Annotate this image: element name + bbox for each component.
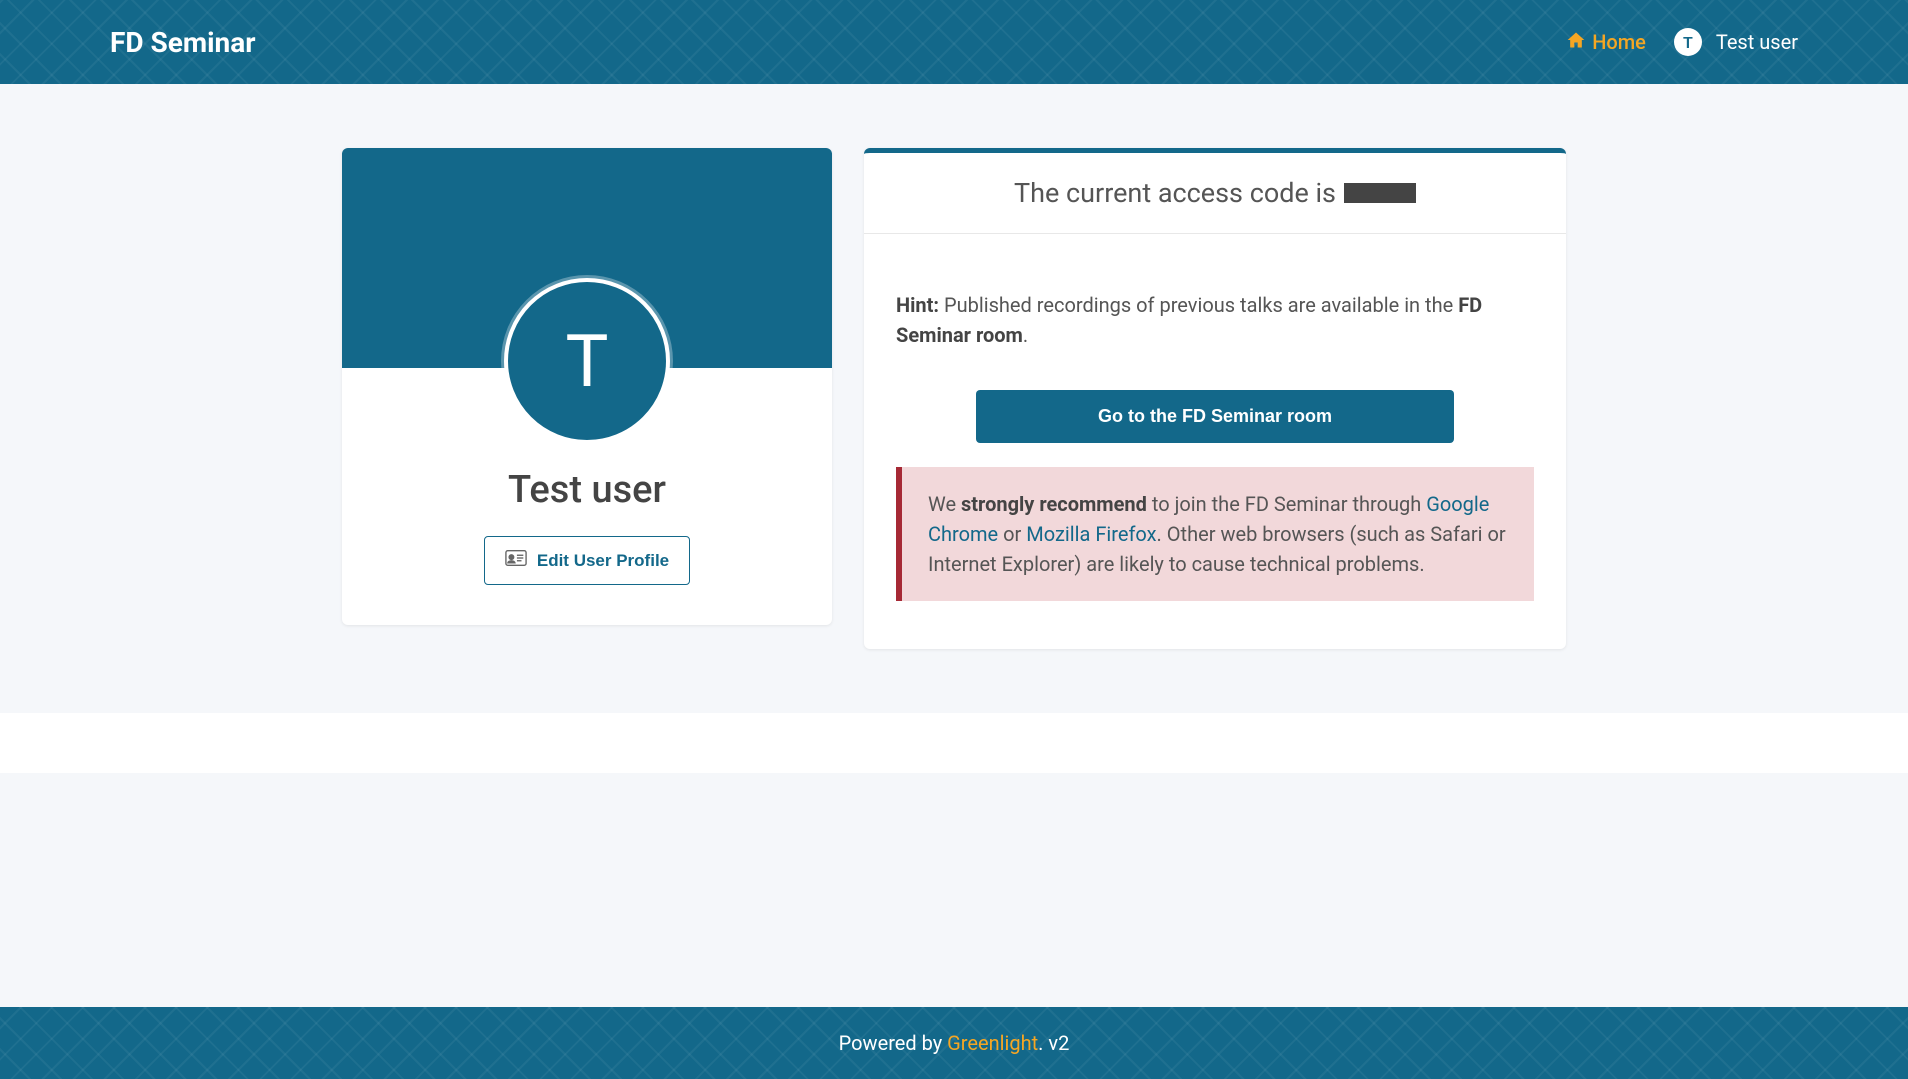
access-code-header: The current access code is	[864, 153, 1566, 234]
access-code-prefix: The current access code is	[1014, 177, 1336, 209]
id-card-icon	[505, 549, 527, 572]
access-code-redacted	[1344, 183, 1416, 203]
profile-card: T Test user Edit User Profile	[342, 148, 832, 625]
footer-prefix: Powered by	[839, 1031, 948, 1055]
mozilla-firefox-link[interactable]: Mozilla Firefox	[1026, 522, 1156, 546]
spacer	[0, 713, 1908, 773]
nav-user-menu[interactable]: T Test user	[1674, 28, 1798, 56]
warning-mid1: to join the FD Seminar through	[1147, 492, 1426, 516]
header: FD Seminar Home T Test user	[0, 0, 1908, 84]
hint-label: Hint:	[896, 293, 939, 317]
home-icon	[1566, 30, 1586, 55]
browser-warning: We strongly recommend to join the FD Sem…	[896, 467, 1534, 601]
greenlight-link[interactable]: Greenlight	[947, 1031, 1038, 1055]
edit-profile-label: Edit User Profile	[537, 551, 669, 571]
edit-profile-button[interactable]: Edit User Profile	[484, 536, 690, 585]
nav-user-name: Test user	[1716, 30, 1798, 54]
hint-text: Hint: Published recordings of previous t…	[896, 290, 1534, 350]
nav-home-link[interactable]: Home	[1566, 30, 1646, 55]
warning-mid2: or	[998, 522, 1026, 546]
footer-suffix: . v2	[1038, 1031, 1069, 1055]
main-card: The current access code is Hint: Publish…	[864, 148, 1566, 649]
nav-home-label: Home	[1592, 30, 1646, 54]
profile-avatar: T	[504, 278, 670, 444]
warning-prefix: We	[928, 492, 961, 516]
nav-avatar: T	[1674, 28, 1702, 56]
nav: Home T Test user	[1566, 28, 1798, 56]
footer: Powered by Greenlight. v2	[0, 1007, 1908, 1079]
main-container: T Test user Edit User Profile The curren…	[342, 84, 1566, 713]
hint-text-1: Published recordings of previous talks a…	[939, 293, 1458, 317]
brand-logo[interactable]: FD Seminar	[110, 26, 255, 59]
profile-header: T	[342, 148, 832, 368]
warning-strong: strongly recommend	[961, 492, 1147, 516]
hint-text-2: .	[1023, 323, 1028, 347]
go-to-room-button[interactable]: Go to the FD Seminar room	[976, 390, 1454, 443]
profile-name: Test user	[342, 468, 832, 512]
main-body: Hint: Published recordings of previous t…	[864, 234, 1566, 649]
